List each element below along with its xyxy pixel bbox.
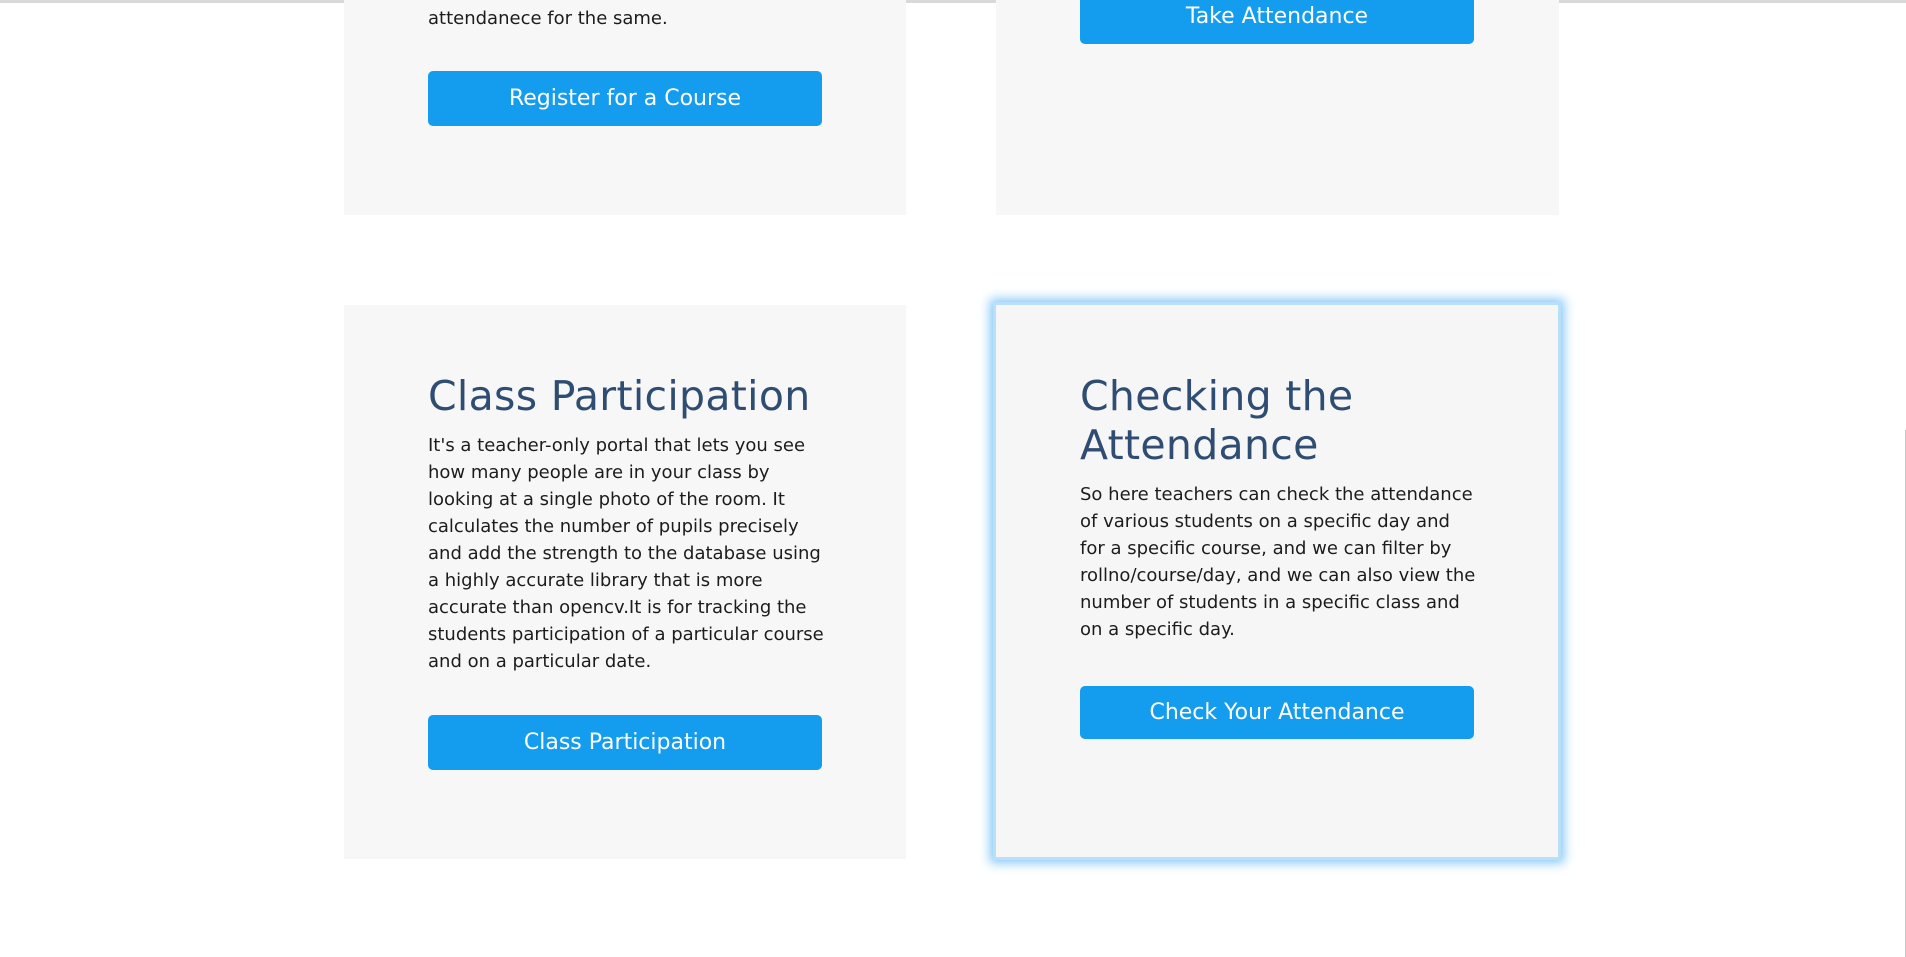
register-card: attendanece for the same. Register for a… — [344, 0, 906, 215]
checking-attendance-title: Checking the Attendance — [1080, 372, 1354, 469]
class-participation-card: Class Participation It's a teacher-only … — [344, 305, 906, 859]
checking-attendance-description: So here teachers can check the attendanc… — [1080, 484, 1476, 640]
page: attendanece for the same. Register for a… — [0, 0, 1906, 957]
class-participation-title: Class Participation — [428, 372, 811, 420]
register-course-button[interactable]: Register for a Course — [428, 71, 822, 126]
check-your-attendance-button[interactable]: Check Your Attendance — [1080, 686, 1474, 739]
class-participation-button[interactable]: Class Participation — [428, 715, 822, 770]
take-attendance-card: Take Attendance — [996, 0, 1559, 215]
register-card-text: attendanece for the same. — [428, 8, 668, 29]
checking-attendance-card: Checking the Attendance So here teachers… — [993, 302, 1561, 860]
take-attendance-button[interactable]: Take Attendance — [1080, 0, 1474, 44]
class-participation-description: It's a teacher-only portal that lets you… — [428, 435, 824, 672]
viewport-top-border — [0, 0, 1906, 3]
